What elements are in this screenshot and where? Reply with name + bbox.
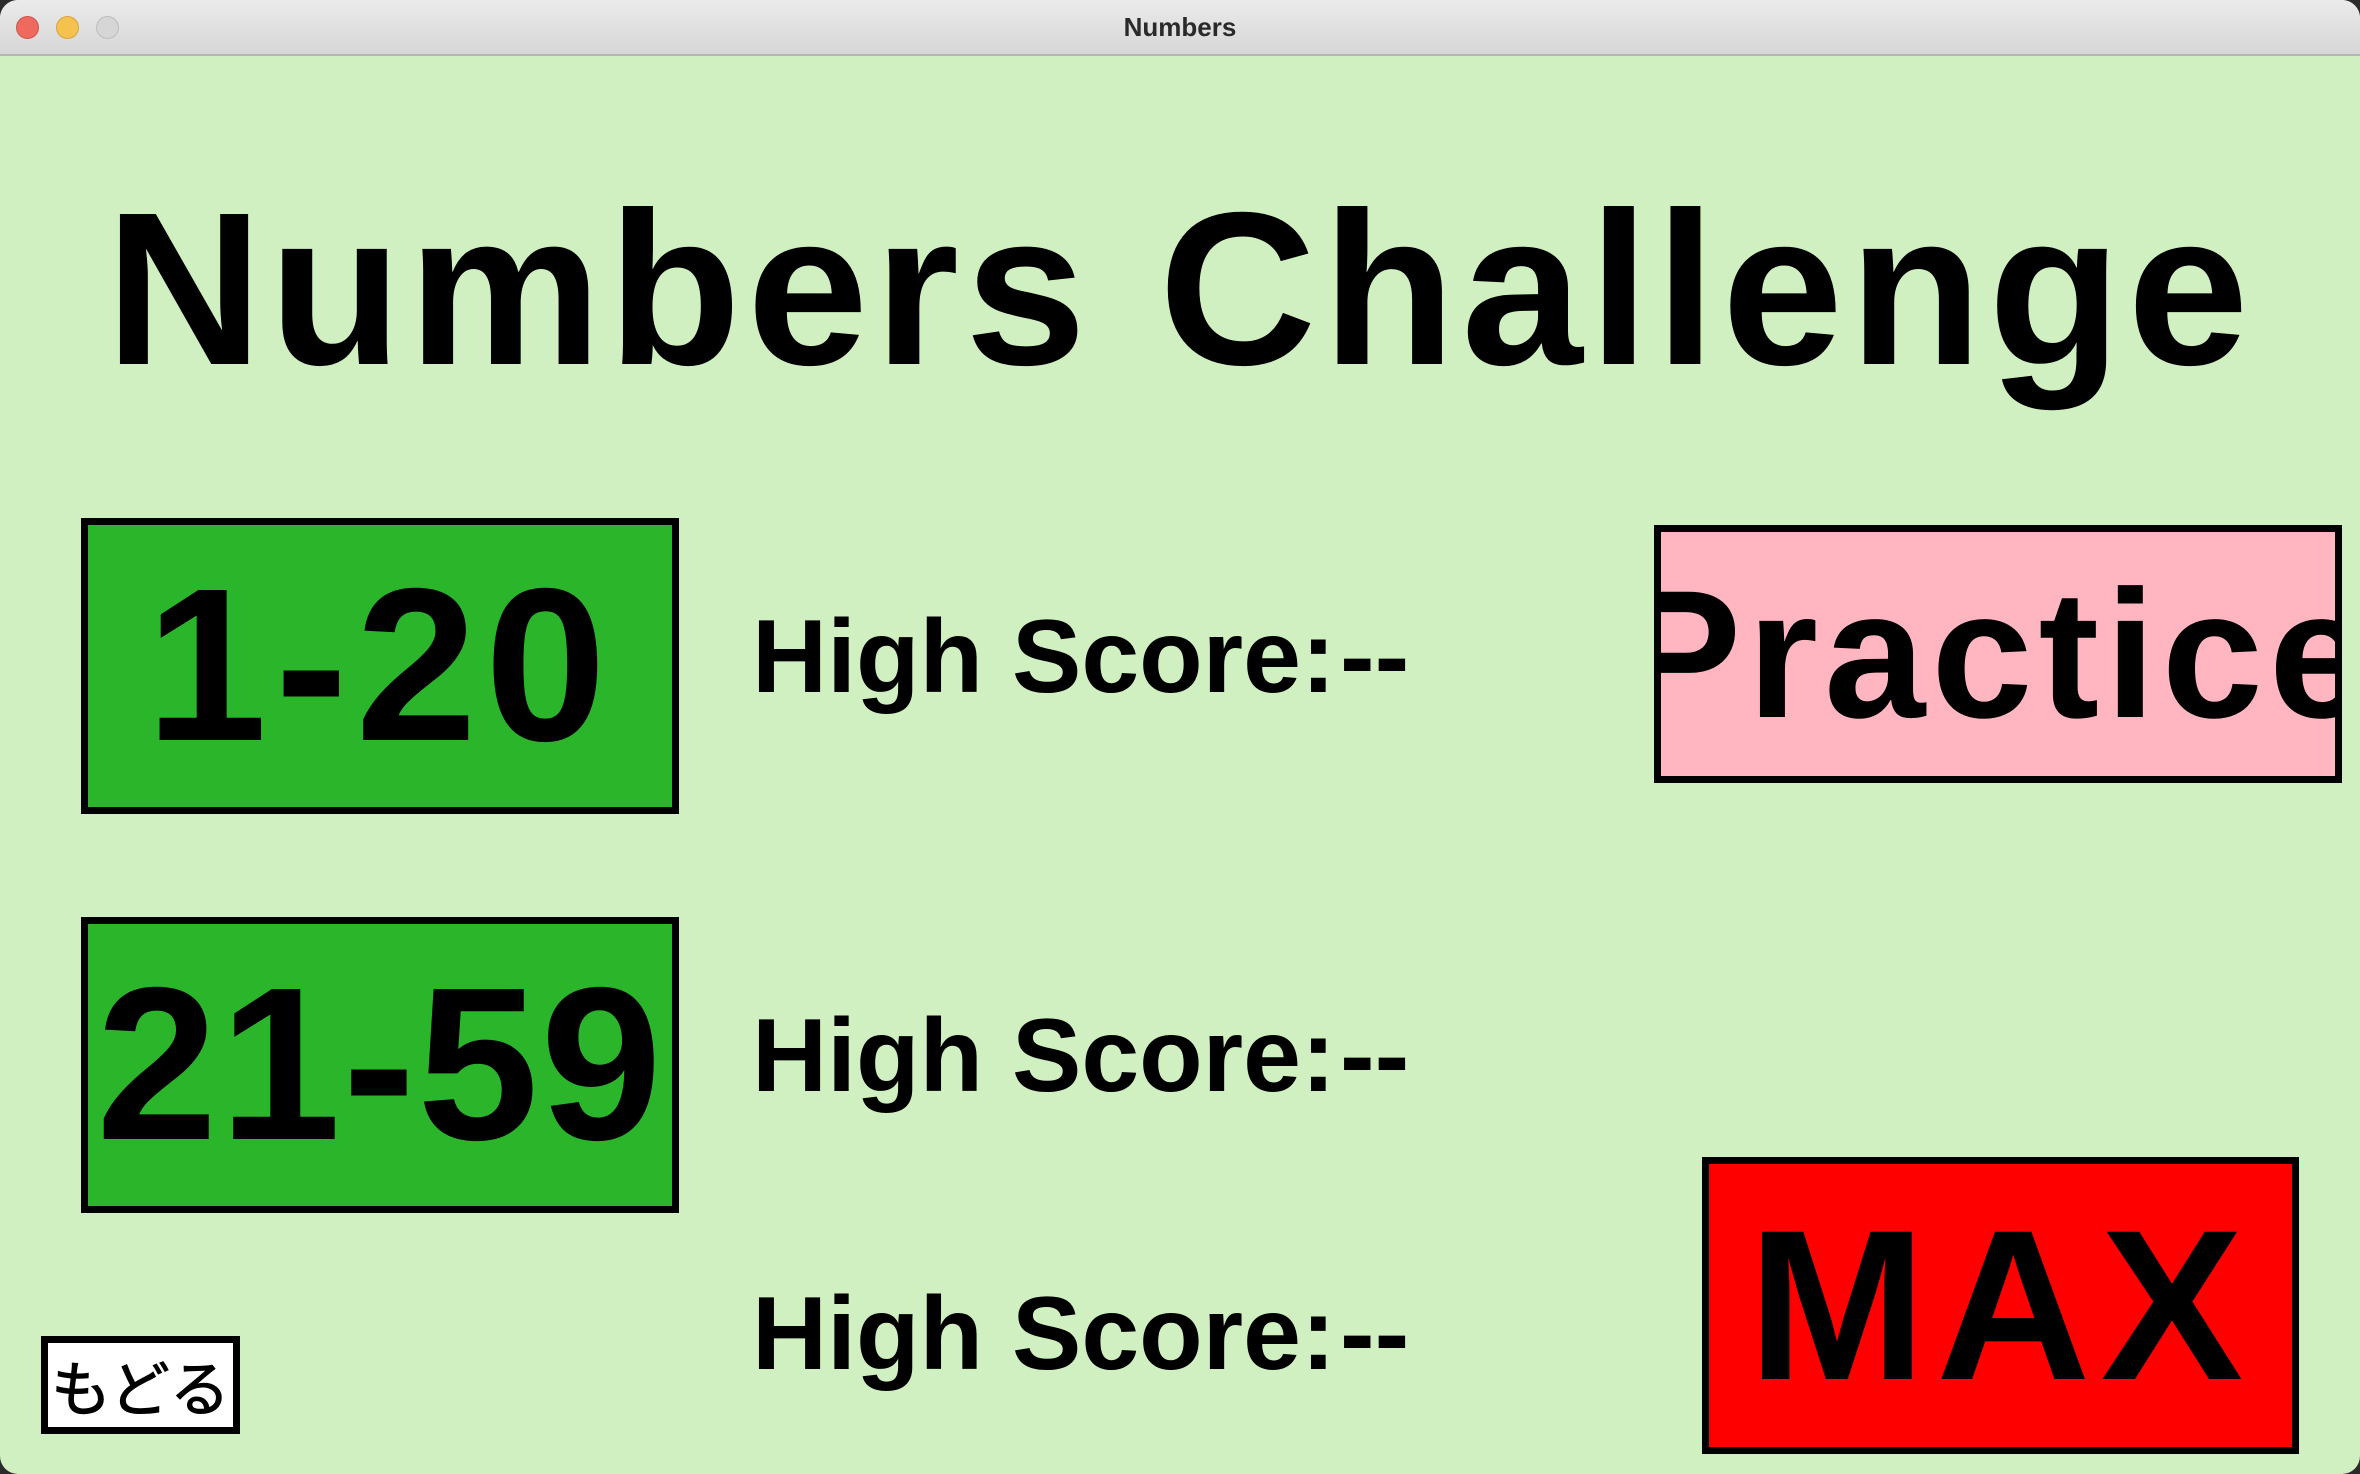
high-score-1-20: High Score: -- <box>752 598 1409 717</box>
title-bar: Numbers <box>0 0 2360 56</box>
back-button[interactable]: もどる <box>41 1336 240 1434</box>
page-title: Numbers Challenge <box>105 168 2255 411</box>
high-score-value: -- <box>1340 998 1410 1114</box>
max-level-button[interactable]: MAX <box>1702 1157 2299 1454</box>
app-window: Numbers Numbers Challenge 1-20 High Scor… <box>0 0 2360 1474</box>
high-score-value: -- <box>1340 1276 1410 1392</box>
high-score-21-59: High Score: -- <box>752 997 1409 1116</box>
high-score-label: High Score: <box>752 1276 1336 1392</box>
level-21-59-button[interactable]: 21-59 <box>81 917 679 1213</box>
high-score-max: High Score: -- <box>752 1275 1409 1394</box>
high-score-label: High Score: <box>752 599 1336 715</box>
high-score-label: High Score: <box>752 998 1336 1114</box>
high-score-value: -- <box>1340 599 1410 715</box>
practice-button[interactable]: Practice <box>1654 525 2342 783</box>
level-1-20-button[interactable]: 1-20 <box>81 518 679 814</box>
window-title: Numbers <box>1123 12 1237 42</box>
